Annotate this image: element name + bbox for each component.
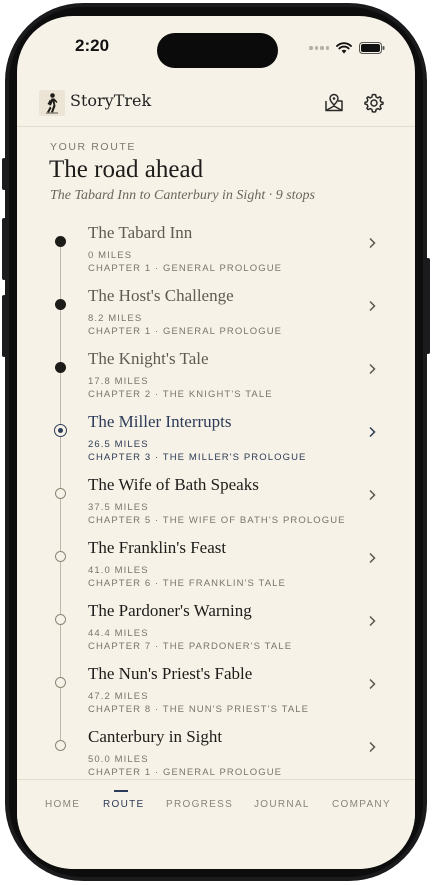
stop-name: The Host's Challenge — [88, 286, 234, 305]
route-stop[interactable]: The Host's Challenge 8.2 MILES CHAPTER 1… — [17, 286, 415, 348]
app-name: StoryTrek — [70, 91, 152, 110]
route-stop[interactable]: The Tabard Inn 0 MILES CHAPTER 1 · GENER… — [17, 223, 415, 285]
stop-name: The Nun's Priest's Fable — [88, 664, 253, 683]
stop-miles: 37.5 MILES — [88, 502, 149, 513]
tab-company[interactable]: COMPANY — [332, 799, 391, 810]
stop-chapter: CHAPTER 6 · THE FRANKLIN'S TALE — [88, 578, 286, 589]
chevron-right-icon — [369, 363, 376, 375]
stop-name: The Miller Interrupts — [88, 412, 232, 431]
route-stop[interactable]: The Miller Interrupts 26.5 MILES CHAPTER… — [17, 412, 415, 474]
stop-chapter: CHAPTER 7 · THE PARDONER'S TALE — [88, 641, 293, 652]
dynamic-island — [157, 33, 278, 68]
chevron-right-icon — [369, 237, 376, 249]
stop-miles: 44.4 MILES — [88, 628, 149, 639]
mute-switch — [2, 158, 6, 190]
stop-marker — [54, 424, 67, 437]
stop-name: The Wife of Bath Speaks — [88, 475, 259, 494]
stop-miles: 41.0 MILES — [88, 565, 149, 576]
chevron-right-icon — [369, 300, 376, 312]
section-eyebrow: YOUR ROUTE — [50, 141, 137, 153]
stop-chapter: CHAPTER 5 · THE WIFE OF BATH'S PROLOGUE — [88, 515, 346, 526]
stop-marker — [55, 362, 66, 373]
stop-miles: 17.8 MILES — [88, 376, 149, 387]
volume-up-button — [2, 218, 6, 280]
bottom-tab-bar: HOME ROUTE PROGRESS JOURNAL COMPANY — [17, 779, 415, 869]
tab-home[interactable]: HOME — [45, 799, 80, 810]
stop-marker — [55, 677, 66, 688]
tab-progress[interactable]: PROGRESS — [166, 799, 233, 810]
chevron-right-icon — [369, 741, 376, 753]
stop-marker — [55, 488, 66, 499]
stop-miles: 8.2 MILES — [88, 313, 143, 324]
power-button — [426, 258, 430, 354]
route-stop[interactable]: The Knight's Tale 17.8 MILES CHAPTER 2 ·… — [17, 349, 415, 411]
page-title: The road ahead — [49, 156, 204, 183]
route-stop[interactable]: The Pardoner's Warning 44.4 MILES CHAPTE… — [17, 601, 415, 663]
tab-journal[interactable]: JOURNAL — [254, 799, 310, 810]
battery-icon — [359, 42, 385, 54]
stop-name: The Pardoner's Warning — [88, 601, 252, 620]
stop-chapter: CHAPTER 1 · GENERAL PROLOGUE — [88, 263, 283, 274]
tab-route[interactable]: ROUTE — [103, 799, 145, 810]
stop-marker — [55, 236, 66, 247]
stop-name: The Knight's Tale — [88, 349, 209, 368]
app-header: StoryTrek — [17, 78, 415, 127]
stop-marker — [55, 740, 66, 751]
page-subtitle: The Tabard Inn to Canterbury in Sight · … — [50, 188, 315, 203]
stop-chapter: CHAPTER 1 · GENERAL PROLOGUE — [88, 326, 283, 337]
stop-name: The Franklin's Feast — [88, 538, 227, 557]
active-tab-indicator — [114, 790, 128, 792]
chevron-right-icon — [369, 426, 376, 438]
chevron-right-icon — [369, 552, 376, 564]
walking-pilgrim-icon — [39, 90, 65, 116]
chevron-right-icon — [369, 615, 376, 627]
stop-name: Canterbury in Sight — [88, 727, 223, 746]
chevron-right-icon — [369, 489, 376, 501]
route-stop[interactable]: The Wife of Bath Speaks 37.5 MILES CHAPT… — [17, 475, 415, 537]
stop-miles: 50.0 MILES — [88, 754, 149, 765]
stop-marker — [55, 551, 66, 562]
stop-miles: 26.5 MILES — [88, 439, 149, 450]
status-time: 2:20 — [75, 36, 110, 55]
stop-marker — [55, 299, 66, 310]
wifi-icon — [336, 42, 352, 54]
status-icons — [309, 42, 385, 54]
route-stop[interactable]: The Franklin's Feast 41.0 MILES CHAPTER … — [17, 538, 415, 600]
stop-chapter: CHAPTER 3 · THE MILLER'S PROLOGUE — [88, 452, 307, 463]
volume-down-button — [2, 295, 6, 357]
route-stop[interactable]: The Nun's Priest's Fable 47.2 MILES CHAP… — [17, 664, 415, 726]
stop-miles: 0 MILES — [88, 250, 133, 261]
stop-marker — [55, 614, 66, 625]
stop-chapter: CHAPTER 1 · GENERAL PROLOGUE — [88, 767, 283, 778]
signal-dots-icon — [309, 46, 329, 50]
stop-chapter: CHAPTER 2 · THE KNIGHT'S TALE — [88, 389, 273, 400]
stop-miles: 47.2 MILES — [88, 691, 149, 702]
map-pin-icon[interactable] — [323, 92, 345, 114]
chevron-right-icon — [369, 678, 376, 690]
stop-chapter: CHAPTER 8 · THE NUN'S PRIEST'S TALE — [88, 704, 310, 715]
stop-name: The Tabard Inn — [88, 223, 193, 242]
gear-icon[interactable] — [363, 92, 385, 114]
app-screen: 2:20 StoryTrek YOUR ROUTE The road ahead… — [17, 16, 415, 869]
